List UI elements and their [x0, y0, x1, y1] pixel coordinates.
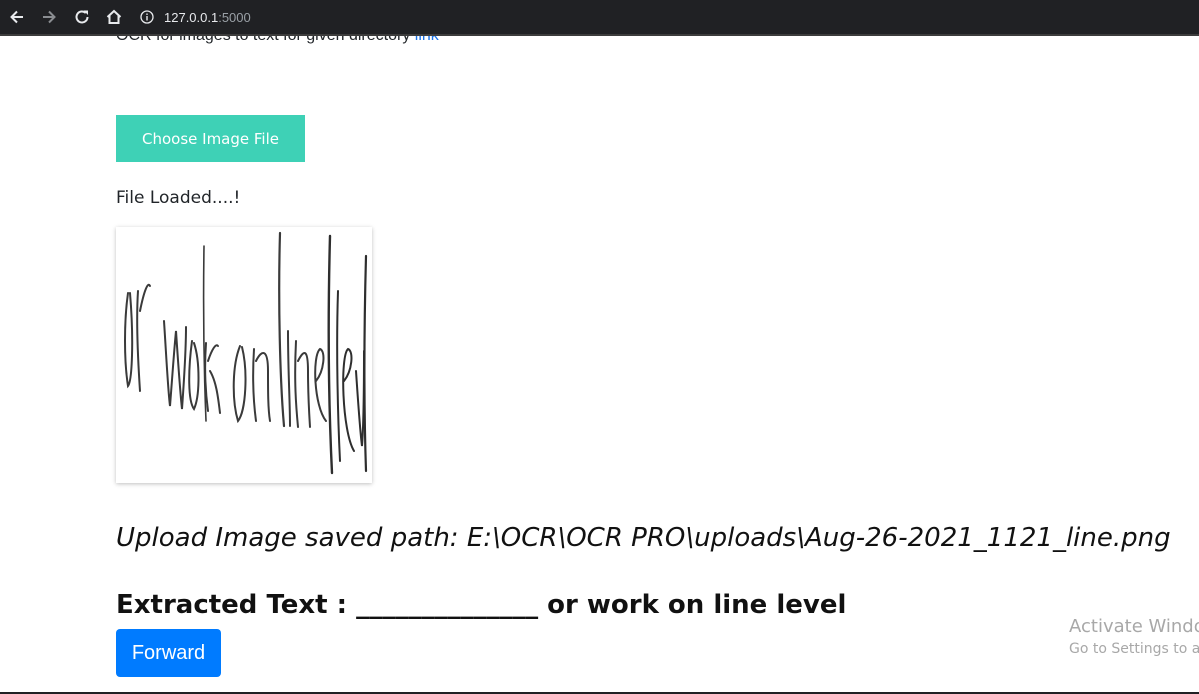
intro-text-content: OCR for images to text for given directo…	[116, 36, 410, 44]
reload-icon[interactable]	[71, 6, 93, 28]
watermark-title: Activate Windows	[1069, 616, 1199, 637]
uploaded-image-preview	[116, 227, 372, 483]
address-bar[interactable]: 127.0.0.1:5000	[140, 5, 251, 29]
back-icon[interactable]	[6, 6, 28, 28]
file-loaded-status: File Loaded....!	[116, 188, 241, 208]
browser-toolbar: 127.0.0.1:5000	[0, 0, 1199, 36]
watermark-subtitle: Go to Settings to activate Windows.	[1069, 641, 1199, 657]
info-icon[interactable]	[140, 10, 154, 24]
page-content: OCR for images to text for given directo…	[0, 36, 1199, 692]
home-icon[interactable]	[103, 6, 125, 28]
extracted-text: Extracted Text : ______________ or work …	[116, 590, 847, 620]
url-port: :5000	[218, 9, 251, 25]
upload-saved-path: Upload Image saved path: E:\OCR\OCR PRO\…	[116, 523, 1171, 553]
intro-text: OCR for images to text for given directo…	[116, 36, 439, 45]
forward-icon[interactable]	[38, 6, 60, 28]
handwriting-image	[120, 231, 368, 479]
intro-link[interactable]: link	[415, 36, 439, 44]
choose-image-file-button[interactable]: Choose Image File	[116, 115, 305, 162]
forward-button[interactable]: Forward	[116, 629, 221, 677]
url-host: 127.0.0.1	[164, 9, 219, 25]
activate-windows-watermark: Activate Windows Go to Settings to activ…	[1069, 616, 1199, 657]
